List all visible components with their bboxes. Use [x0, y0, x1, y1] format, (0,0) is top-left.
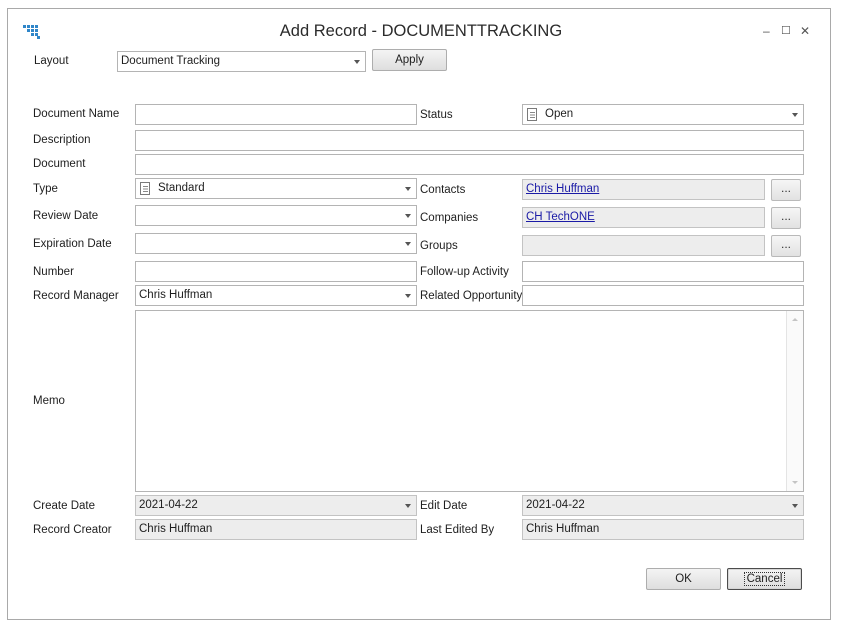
related-opportunity-label: Related Opportunity [420, 290, 523, 302]
last-edited-by-label: Last Edited By [420, 524, 495, 536]
scroll-down-icon[interactable] [792, 481, 798, 484]
close-button[interactable]: ✕ [800, 24, 810, 38]
status-label: Status [420, 109, 453, 121]
chevron-down-icon [792, 504, 798, 508]
contacts-browse-button[interactable]: ... [771, 179, 801, 201]
companies-field: CH TechONE [522, 207, 765, 228]
companies-browse-button[interactable]: ... [771, 207, 801, 229]
chevron-down-icon [405, 504, 411, 508]
description-label: Description [33, 134, 91, 146]
document-label: Document [33, 158, 86, 170]
contacts-label: Contacts [420, 184, 466, 196]
type-label: Type [33, 183, 58, 195]
review-date-picker[interactable] [135, 205, 417, 226]
chevron-down-icon [405, 214, 411, 218]
type-value: Standard [158, 182, 205, 194]
layout-select[interactable]: Document Tracking [117, 51, 366, 72]
contacts-link[interactable]: Chris Huffman [526, 183, 599, 195]
record-creator-value: Chris Huffman [139, 523, 213, 535]
cancel-button[interactable]: Cancel [727, 568, 802, 590]
groups-label: Groups [420, 240, 458, 252]
record-creator-label: Record Creator [33, 524, 112, 536]
document-name-label: Document Name [33, 108, 120, 120]
description-input[interactable] [135, 130, 804, 151]
companies-link[interactable]: CH TechONE [526, 211, 595, 223]
followup-activity-input[interactable] [522, 261, 804, 282]
type-select[interactable]: Standard [135, 178, 417, 199]
chevron-down-icon [405, 242, 411, 246]
expiration-date-picker[interactable] [135, 233, 417, 254]
chevron-down-icon [405, 294, 411, 298]
contacts-field: Chris Huffman [522, 179, 765, 200]
document-icon [140, 182, 150, 195]
memo-scrollbar[interactable] [786, 311, 803, 491]
chevron-down-icon [354, 60, 360, 64]
record-manager-value: Chris Huffman [139, 289, 213, 301]
number-label: Number [33, 266, 74, 278]
edit-date-value: 2021-04-22 [526, 499, 585, 511]
number-input[interactable] [135, 261, 417, 282]
scroll-up-icon[interactable] [792, 318, 798, 321]
status-value: Open [545, 108, 574, 120]
maximize-button[interactable]: ☐ [781, 24, 791, 38]
cancel-button-label: Cancel [743, 572, 786, 586]
record-creator-field: Chris Huffman [135, 519, 417, 540]
edit-date-picker: 2021-04-22 [522, 495, 804, 516]
followup-activity-label: Follow-up Activity [420, 266, 509, 278]
create-date-value: 2021-04-22 [139, 499, 198, 511]
last-edited-by-field: Chris Huffman [522, 519, 804, 540]
apply-button[interactable]: Apply [372, 49, 447, 71]
edit-date-label: Edit Date [420, 500, 468, 512]
groups-browse-button[interactable]: ... [771, 235, 801, 257]
review-date-label: Review Date [33, 210, 99, 222]
expiration-date-label: Expiration Date [33, 238, 112, 250]
document-input[interactable] [135, 154, 804, 175]
layout-select-value: Document Tracking [121, 55, 221, 67]
minimize-button[interactable]: – [763, 24, 770, 38]
memo-label: Memo [33, 395, 65, 407]
groups-field [522, 235, 765, 256]
create-date-picker: 2021-04-22 [135, 495, 417, 516]
create-date-label: Create Date [33, 500, 96, 512]
companies-label: Companies [420, 212, 479, 224]
status-select[interactable]: Open [522, 104, 804, 125]
document-icon [527, 108, 537, 121]
ok-button[interactable]: OK [646, 568, 721, 590]
chevron-down-icon [405, 187, 411, 191]
last-edited-by-value: Chris Huffman [526, 523, 600, 535]
record-manager-label: Record Manager [33, 290, 119, 302]
memo-textarea[interactable] [135, 310, 804, 492]
chevron-down-icon [792, 113, 798, 117]
layout-label: Layout [34, 55, 69, 67]
related-opportunity-input[interactable] [522, 285, 804, 306]
dialog-title: Add Record - DOCUMENTTRACKING [279, 22, 563, 40]
document-name-input[interactable] [135, 104, 417, 125]
record-manager-select[interactable]: Chris Huffman [135, 285, 417, 306]
